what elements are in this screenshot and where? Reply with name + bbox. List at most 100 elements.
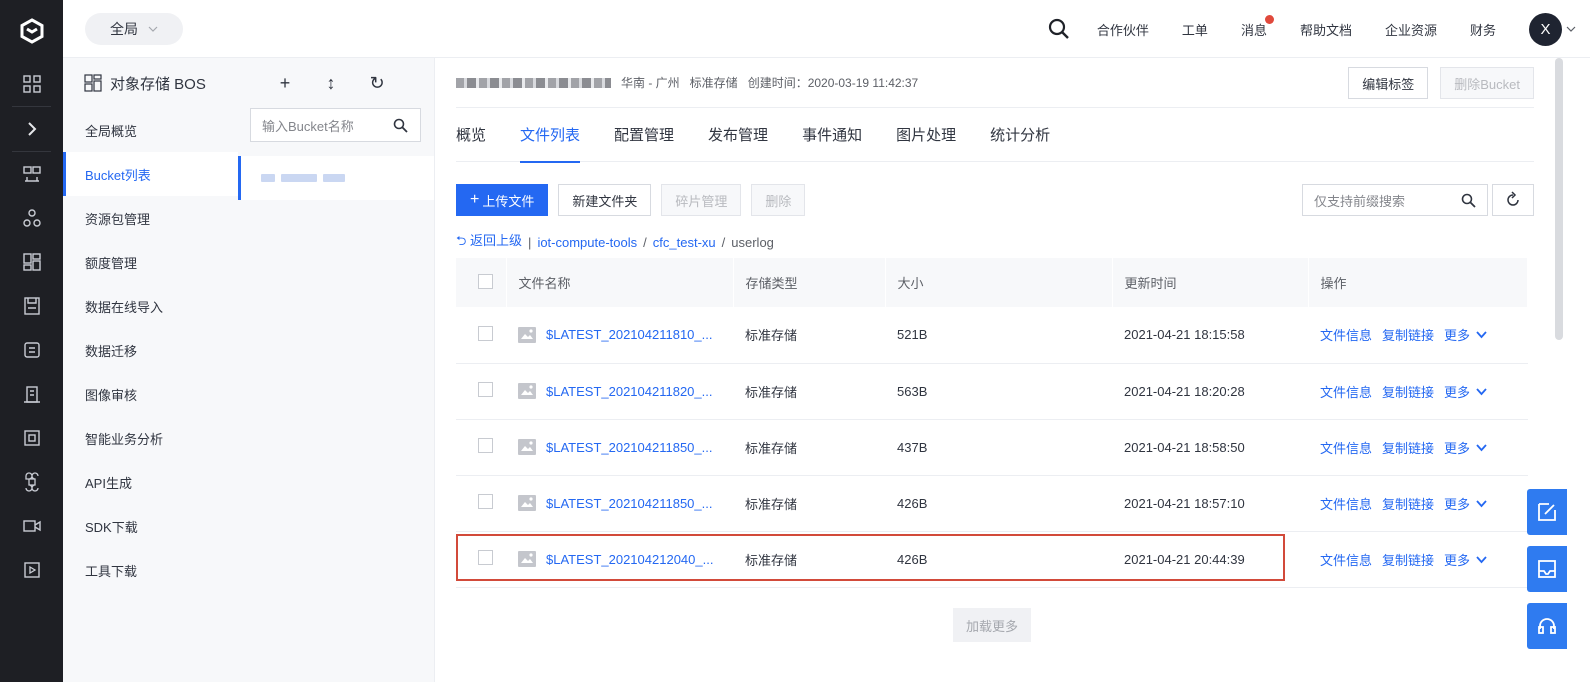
submenu-item-overview[interactable]: 全局概览	[63, 108, 238, 152]
submenu-item-api[interactable]: API生成	[63, 460, 238, 504]
file-name: $LATEST_202104212040_...	[546, 551, 714, 567]
chevron-down-icon[interactable]	[1566, 24, 1576, 34]
file-name-link[interactable]: $LATEST_202104211850_...	[518, 495, 733, 511]
inbox-button[interactable]	[1527, 546, 1567, 592]
copy-link-link[interactable]: 复制链接	[1382, 438, 1434, 457]
refresh-icon[interactable]: ↻	[368, 73, 386, 94]
search-icon[interactable]	[393, 118, 408, 133]
grid-icon[interactable]	[0, 62, 63, 106]
submenu-item-resource-pack[interactable]: 资源包管理	[63, 196, 238, 240]
row-checkbox[interactable]	[478, 438, 493, 453]
tab-image-processing[interactable]: 图片处理	[896, 108, 956, 162]
file-name-link[interactable]: $LATEST_202104211850_...	[518, 439, 733, 455]
sort-icon[interactable]: ↕	[322, 73, 340, 94]
row-select-cell	[456, 363, 506, 420]
avatar[interactable]: X	[1529, 12, 1562, 46]
file-name-link[interactable]: $LATEST_202104212040_...	[518, 551, 733, 567]
dashboard-icon[interactable]	[0, 240, 63, 284]
table-row[interactable]: $LATEST_202104211850_... 标准存储 426B 2021-…	[456, 475, 1528, 532]
tab-file-list[interactable]: 文件列表	[520, 108, 581, 163]
search-icon[interactable]	[1461, 193, 1476, 208]
copy-link-link[interactable]: 复制链接	[1382, 550, 1434, 569]
refresh-button[interactable]	[1492, 184, 1534, 216]
row-select-cell	[456, 475, 506, 532]
bucket-list-item[interactable]	[238, 156, 434, 200]
table-row[interactable]: $LATEST_202104211810_... 标准存储 521B 2021-…	[456, 307, 1528, 364]
file-search-input[interactable]: 仅支持前缀搜索	[1302, 184, 1488, 216]
more-dropdown[interactable]: 更多	[1444, 382, 1487, 401]
products-icon[interactable]	[0, 152, 63, 196]
new-folder-button[interactable]: 新建文件夹	[558, 184, 652, 216]
copy-link-link[interactable]: 复制链接	[1382, 494, 1434, 513]
submenu-item-sdk[interactable]: SDK下载	[63, 504, 238, 548]
table-row[interactable]: $LATEST_202104211850_... 标准存储 437B 2021-…	[456, 419, 1528, 476]
bucket-search-input[interactable]: 输入Bucket名称	[250, 108, 421, 142]
fragment-manage-button[interactable]: 碎片管理	[661, 184, 742, 216]
video-icon[interactable]	[0, 504, 63, 548]
more-dropdown[interactable]: 更多	[1444, 325, 1487, 344]
breadcrumb-item[interactable]: cfc_test-xu	[653, 235, 716, 250]
edit-tags-button[interactable]: 编辑标签	[1348, 67, 1429, 99]
scrollbar[interactable]	[1555, 58, 1563, 340]
logo-icon[interactable]	[0, 0, 63, 62]
more-dropdown[interactable]: 更多	[1444, 550, 1487, 569]
more-dropdown[interactable]: 更多	[1444, 494, 1487, 513]
file-info-link[interactable]: 文件信息	[1320, 494, 1372, 513]
feedback-button[interactable]	[1527, 489, 1567, 535]
delete-bucket-button[interactable]: 删除Bucket	[1440, 67, 1534, 99]
network-icon[interactable]	[0, 196, 63, 240]
nav-help-docs[interactable]: 帮助文档	[1300, 20, 1352, 39]
media-icon[interactable]	[0, 548, 63, 592]
frame-icon[interactable]	[0, 416, 63, 460]
expand-icon[interactable]	[0, 107, 63, 151]
nav-finance[interactable]: 财务	[1470, 20, 1496, 39]
nav-enterprise[interactable]: 企业资源	[1385, 20, 1437, 39]
submenu-item-bucket-list[interactable]: Bucket列表	[63, 152, 238, 196]
storage-icon[interactable]	[0, 284, 63, 328]
submenu-item-image-review[interactable]: 图像审核	[63, 372, 238, 416]
nav-partners[interactable]: 合作伙伴	[1097, 20, 1149, 39]
table-header: 文件名称 存储类型 大小 更新时间 操作	[456, 258, 1528, 307]
submenu-item-quota[interactable]: 额度管理	[63, 240, 238, 284]
file-name-link[interactable]: $LATEST_202104211810_...	[518, 326, 733, 343]
more-dropdown[interactable]: 更多	[1444, 438, 1487, 457]
load-more-button[interactable]: 加载更多	[953, 608, 1031, 642]
file-info-link[interactable]: 文件信息	[1320, 382, 1372, 401]
copy-link-link[interactable]: 复制链接	[1382, 325, 1434, 344]
tab-events[interactable]: 事件通知	[802, 108, 862, 162]
tab-statistics[interactable]: 统计分析	[990, 108, 1050, 162]
select-all-checkbox[interactable]	[478, 273, 493, 289]
table-row[interactable]: $LATEST_202104212040_... 标准存储 426B 2021-…	[456, 531, 1528, 588]
row-checkbox[interactable]	[478, 494, 493, 509]
upload-file-button[interactable]: + 上传文件	[456, 184, 549, 216]
breadcrumb-item[interactable]: iot-compute-tools	[537, 235, 637, 250]
tab-overview[interactable]: 概览	[456, 108, 486, 162]
file-name-link[interactable]: $LATEST_202104211820_...	[518, 383, 733, 399]
tab-config[interactable]: 配置管理	[614, 108, 674, 162]
more-label: 更多	[1444, 440, 1471, 456]
back-up-link[interactable]: ⮌ 返回上级	[456, 230, 522, 254]
support-button[interactable]	[1527, 603, 1567, 649]
table-row[interactable]: $LATEST_202104211820_... 标准存储 563B 2021-…	[456, 363, 1528, 420]
command-icon[interactable]	[0, 460, 63, 504]
tab-publish[interactable]: 发布管理	[708, 108, 768, 162]
building-icon[interactable]	[0, 372, 63, 416]
file-info-link[interactable]: 文件信息	[1320, 438, 1372, 457]
submenu-item-tools[interactable]: 工具下载	[63, 548, 238, 592]
file-info-link[interactable]: 文件信息	[1320, 325, 1372, 344]
region-selector[interactable]: 全局	[85, 12, 183, 45]
delete-button[interactable]: 删除	[751, 184, 806, 216]
nav-tickets[interactable]: 工单	[1182, 20, 1208, 39]
submenu-item-online-import[interactable]: 数据在线导入	[63, 284, 238, 328]
row-checkbox[interactable]	[478, 382, 493, 397]
submenu-item-analysis[interactable]: 智能业务分析	[63, 416, 238, 460]
add-bucket-icon[interactable]: +	[276, 73, 294, 94]
database-icon[interactable]	[0, 328, 63, 372]
copy-link-link[interactable]: 复制链接	[1382, 382, 1434, 401]
nav-messages[interactable]: 消息	[1241, 14, 1274, 39]
row-checkbox[interactable]	[478, 550, 493, 565]
file-info-link[interactable]: 文件信息	[1320, 550, 1372, 569]
row-checkbox[interactable]	[478, 325, 493, 341]
search-icon[interactable]	[1047, 17, 1071, 41]
submenu-item-migration[interactable]: 数据迁移	[63, 328, 238, 372]
